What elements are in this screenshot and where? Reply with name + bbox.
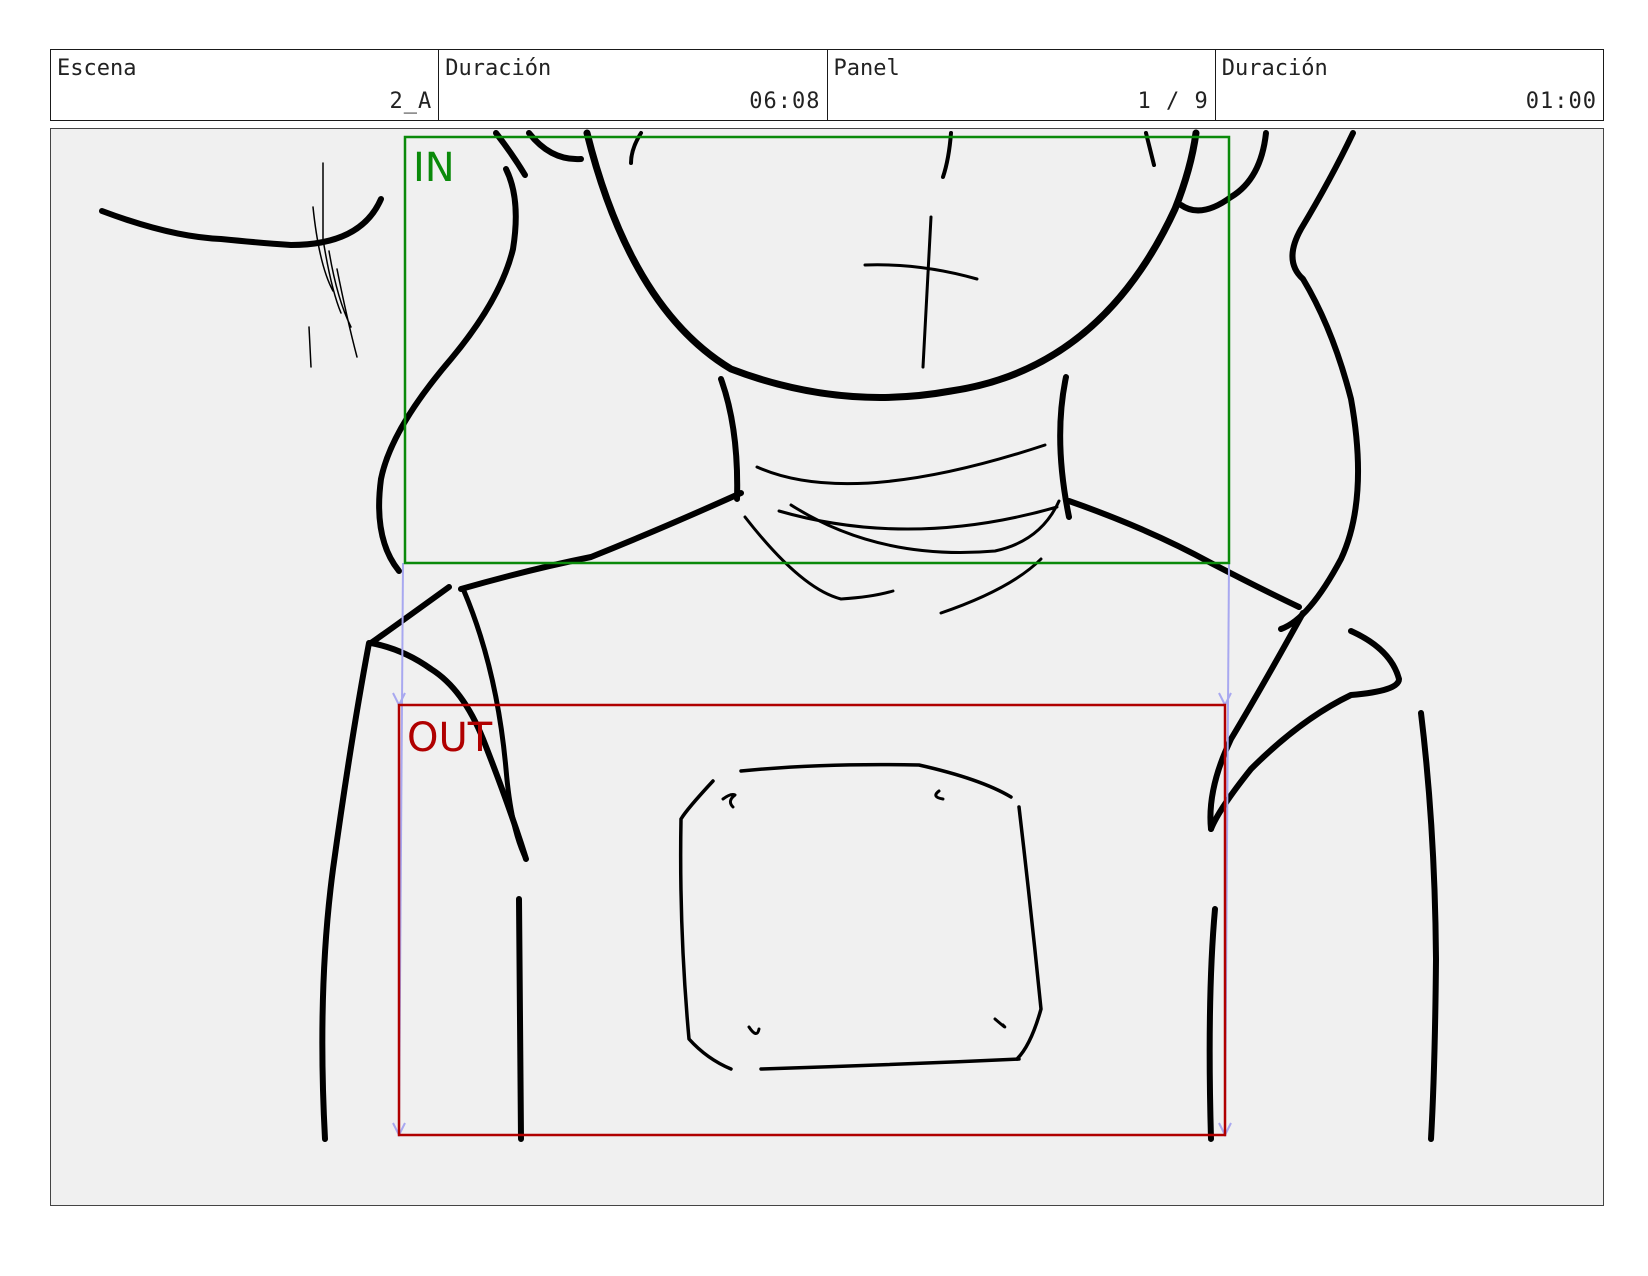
panel-duration-cell: Duración 01:00 [1214, 50, 1603, 120]
out-frame-label: OUT [407, 715, 493, 761]
panel-duration-label: Duración [1221, 56, 1328, 81]
panel-label: Panel [833, 56, 900, 81]
storyboard-header: Escena 2_A Duración 06:08 Panel 1 / 9 Du… [50, 49, 1604, 121]
in-frame-rect [403, 135, 1231, 565]
storyboard-frame: IN OUT [50, 128, 1604, 1206]
in-frame-label: IN [413, 145, 455, 191]
panel-value: 1 / 9 [1137, 89, 1209, 114]
duration-label: Duración [445, 56, 552, 81]
duration-cell: Duración 06:08 [438, 50, 826, 120]
scene-cell: Escena 2_A [51, 50, 438, 120]
sketch-canvas: IN OUT [99, 129, 1439, 1142]
scene-value: 2_A [389, 89, 433, 114]
panel-cell: Panel 1 / 9 [826, 50, 1215, 120]
panel-duration-value: 01:00 [1525, 89, 1597, 114]
duration-value: 06:08 [749, 89, 821, 114]
character-sketch [99, 129, 1439, 1142]
scene-label: Escena [57, 56, 137, 81]
